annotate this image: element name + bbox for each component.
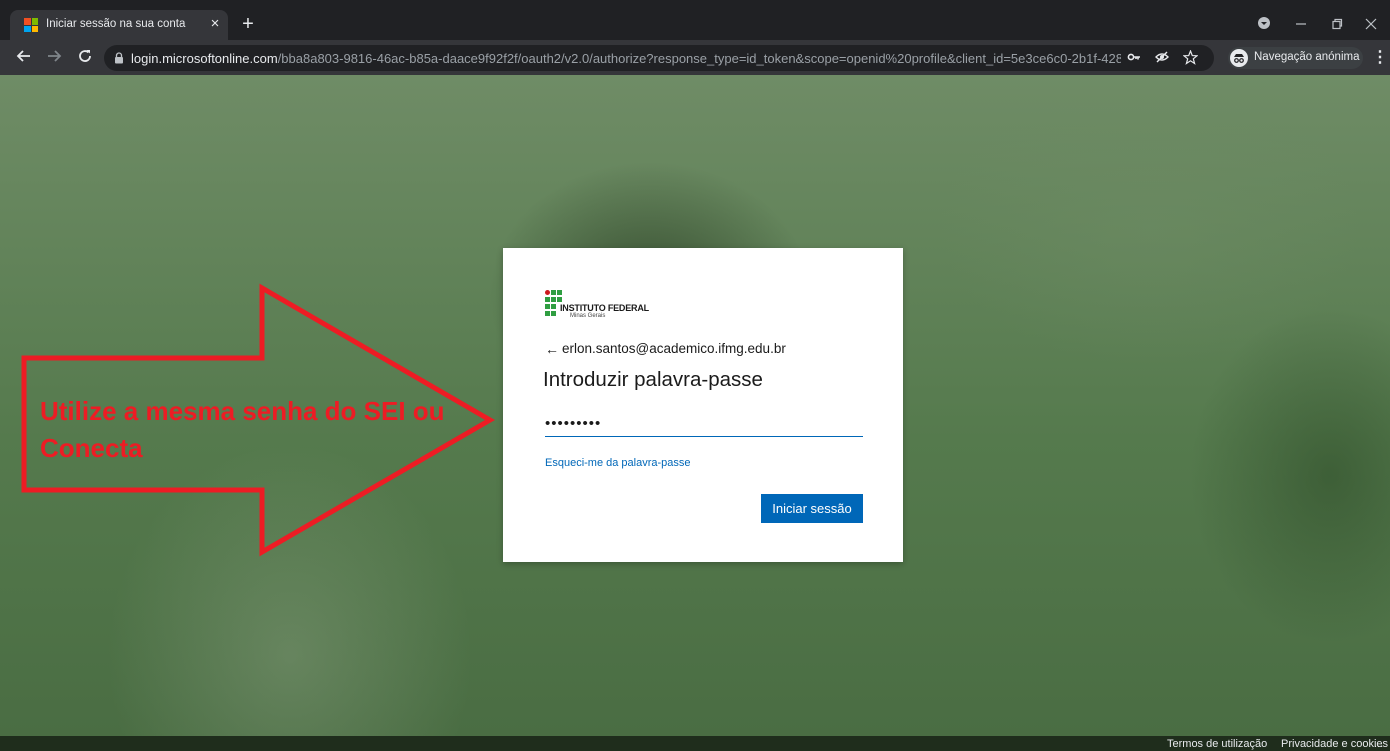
- tab-title: Iniciar sessão na sua conta: [46, 18, 186, 30]
- password-input[interactable]: [545, 410, 863, 437]
- forward-icon[interactable]: [44, 48, 64, 68]
- url-text: login.microsoftonline.com/bba8a803-9816-…: [131, 51, 1121, 66]
- tab-close-icon[interactable]: ×: [206, 15, 224, 33]
- login-card: INSTITUTO FEDERAL Minas Gerais ← erlon.s…: [503, 248, 903, 562]
- institution-name: INSTITUTO FEDERAL: [560, 303, 649, 313]
- eye-slash-icon[interactable]: [1154, 50, 1170, 66]
- incognito-icon: [1230, 49, 1248, 67]
- identity-email: erlon.santos@academico.ifmg.edu.br: [562, 341, 786, 356]
- browser-window-chrome: Iniciar sessão na sua conta × + login.mi…: [0, 0, 1390, 75]
- url-path: /bba8a803-9816-46ac-b85a-daace9f92f2f/oa…: [277, 51, 1121, 66]
- footer-more-button[interactable]: ...: [1374, 738, 1383, 750]
- back-icon[interactable]: [14, 48, 34, 68]
- browser-tab[interactable]: Iniciar sessão na sua conta ×: [10, 10, 228, 40]
- incognito-indicator[interactable]: Navegação anónima: [1228, 47, 1363, 69]
- privacy-link[interactable]: Privacidade e cookies: [1281, 738, 1388, 750]
- page-title: Introduzir palavra-passe: [543, 368, 763, 391]
- forgot-password-link[interactable]: Esqueci-me da palavra-passe: [545, 457, 691, 469]
- lock-icon[interactable]: [114, 52, 124, 64]
- minimize-icon[interactable]: [1292, 16, 1310, 34]
- terms-link[interactable]: Termos de utilização: [1167, 738, 1267, 750]
- star-bookmark-icon[interactable]: [1181, 49, 1199, 66]
- back-arrow-icon[interactable]: ←: [545, 339, 559, 359]
- browser-toolbar: login.microsoftonline.com/bba8a803-9816-…: [0, 40, 1390, 75]
- tab-strip: Iniciar sessão na sua conta × +: [0, 10, 1390, 40]
- institution-subname: Minas Gerais: [570, 313, 606, 319]
- institution-logo: INSTITUTO FEDERAL Minas Gerais: [545, 288, 745, 322]
- address-bar[interactable]: login.microsoftonline.com/bba8a803-9816-…: [104, 45, 1214, 71]
- page-footer: Termos de utilização Privacidade e cooki…: [0, 736, 1390, 751]
- signin-button[interactable]: Iniciar sessão: [761, 494, 863, 523]
- reload-icon[interactable]: [75, 48, 95, 68]
- url-host: login.microsoftonline.com: [131, 51, 278, 66]
- key-icon[interactable]: [1126, 50, 1142, 66]
- incognito-label: Navegação anónima: [1254, 51, 1360, 63]
- microsoft-logo-icon: [24, 18, 38, 32]
- new-tab-button[interactable]: +: [238, 14, 258, 34]
- close-window-icon[interactable]: [1362, 16, 1380, 34]
- profile-indicator-icon[interactable]: [1255, 16, 1273, 34]
- browser-menu-icon[interactable]: ⋮: [1372, 48, 1388, 68]
- restore-icon[interactable]: [1328, 16, 1346, 34]
- annotation-text: Utilize a mesma senha do SEI ou Conecta: [40, 396, 445, 463]
